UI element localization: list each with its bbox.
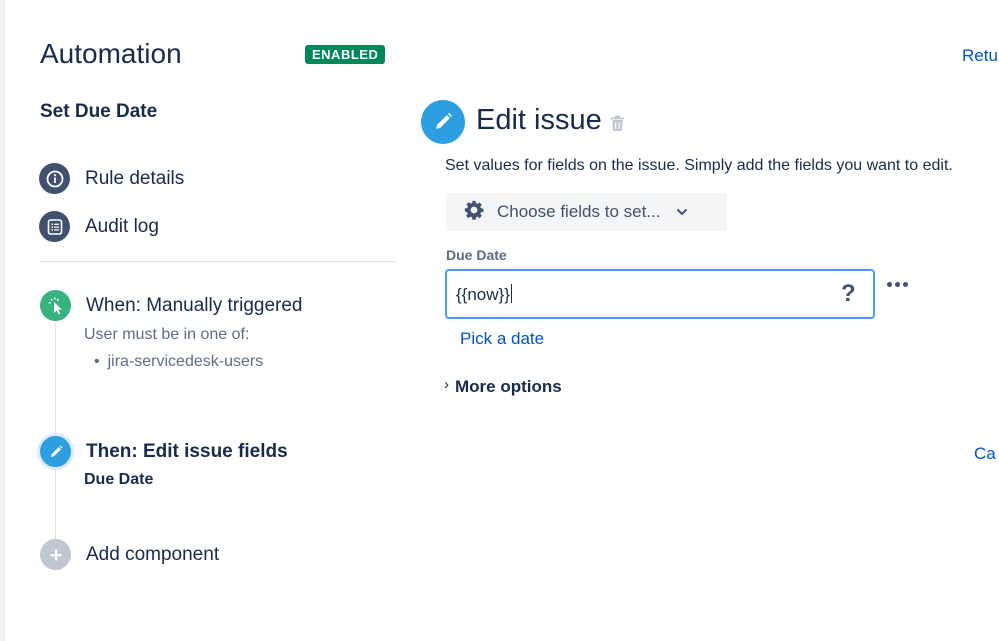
choose-fields-label: Choose fields to set... bbox=[497, 202, 661, 221]
chevron-down-icon bbox=[676, 203, 688, 221]
return-link[interactable]: Retu bbox=[962, 46, 998, 66]
due-date-input[interactable]: {{now}} ? bbox=[445, 269, 875, 319]
more-options-toggle[interactable]: › More options bbox=[444, 376, 562, 397]
pencil-icon[interactable] bbox=[40, 436, 71, 467]
action-step-title[interactable]: Then: Edit issue fields bbox=[86, 441, 288, 463]
list-icon bbox=[39, 211, 70, 242]
nav-item-rule-details[interactable]: Rule details bbox=[39, 163, 184, 194]
chevron-right-icon: › bbox=[444, 376, 449, 393]
rule-name: Set Due Date bbox=[40, 101, 158, 122]
action-step-detail: Due Date bbox=[84, 471, 154, 488]
text-caret bbox=[510, 284, 512, 303]
add-component-button[interactable]: Add component bbox=[86, 544, 219, 566]
nav-divider bbox=[40, 261, 396, 262]
editor-title: Edit issue bbox=[476, 104, 602, 136]
flow-connector-line bbox=[55, 322, 56, 542]
page-title: Automation bbox=[40, 38, 182, 69]
trash-icon[interactable] bbox=[610, 115, 625, 137]
nav-item-audit-log[interactable]: Audit log bbox=[39, 211, 159, 242]
pencil-icon bbox=[421, 100, 465, 144]
cancel-link[interactable]: Ca bbox=[974, 444, 996, 464]
status-badge: ENABLED bbox=[305, 45, 386, 64]
due-date-input-value: {{now}} bbox=[456, 285, 510, 304]
editor-description: Set values for fields on the issue. Simp… bbox=[445, 157, 953, 174]
info-icon bbox=[39, 163, 70, 194]
plus-icon[interactable] bbox=[40, 539, 71, 570]
due-date-field-label: Due Date bbox=[446, 247, 507, 263]
nav-label: Audit log bbox=[85, 215, 159, 237]
help-icon[interactable]: ? bbox=[841, 280, 856, 308]
nav-label: Rule details bbox=[85, 167, 185, 189]
choose-fields-button[interactable]: Choose fields to set... bbox=[446, 193, 727, 231]
pick-date-link[interactable]: Pick a date bbox=[460, 329, 544, 349]
gear-icon bbox=[463, 199, 485, 226]
trigger-step-title[interactable]: When: Manually triggered bbox=[86, 295, 303, 317]
more-options-label: More options bbox=[455, 377, 562, 396]
cursor-click-icon[interactable] bbox=[40, 290, 71, 321]
left-edge-border bbox=[0, 0, 5, 641]
trigger-condition-text: User must be in one of: bbox=[84, 326, 250, 343]
more-actions-icon[interactable] bbox=[887, 282, 908, 287]
trigger-group-item: jira-servicedesk-users bbox=[94, 353, 264, 371]
